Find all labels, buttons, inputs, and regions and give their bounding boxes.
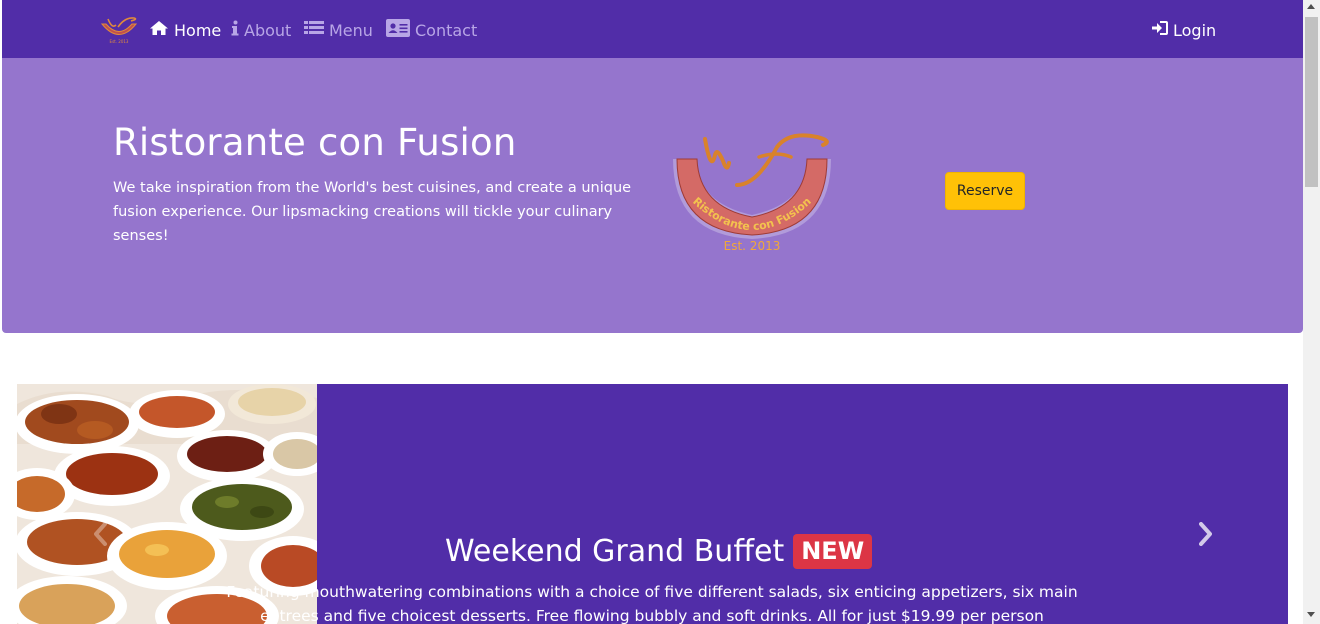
nav-contact[interactable]: Contact bbox=[386, 19, 477, 41]
login-link[interactable]: Login bbox=[1152, 19, 1216, 41]
brand-logo-icon: Est. 2013 bbox=[100, 17, 138, 44]
carousel-caption-title: Weekend Grand Buffet NEW bbox=[445, 534, 873, 569]
new-badge: NEW bbox=[793, 534, 873, 569]
nav-home[interactable]: Home bbox=[149, 19, 221, 41]
home-icon bbox=[149, 20, 169, 40]
restaurant-logo-icon: Ristorante con Fusion Est. 2013 bbox=[673, 133, 831, 253]
scroll-up-arrow-icon[interactable] bbox=[1307, 4, 1315, 9]
info-icon bbox=[231, 20, 239, 40]
chevron-left-icon bbox=[94, 522, 107, 546]
nav-about-label: About bbox=[244, 20, 292, 40]
chevron-right-icon bbox=[1199, 522, 1212, 546]
scrollbar-thumb[interactable] bbox=[1305, 17, 1318, 187]
carousel-title: Weekend Grand Buffet bbox=[445, 534, 785, 569]
reserve-button[interactable]: Reserve bbox=[945, 172, 1025, 210]
nav-menu[interactable]: Menu bbox=[304, 19, 373, 41]
carousel-next-button[interactable] bbox=[1195, 522, 1215, 546]
nav-contact-label: Contact bbox=[415, 20, 478, 40]
logo-est-text: Est. 2013 bbox=[724, 239, 781, 253]
nav-about[interactable]: About bbox=[231, 19, 291, 41]
vertical-scrollbar[interactable] bbox=[1303, 0, 1320, 624]
jumbotron: Ristorante con Fusion We take inspiratio… bbox=[2, 58, 1303, 333]
list-icon bbox=[304, 20, 324, 40]
login-label: Login bbox=[1173, 20, 1217, 40]
page: Est. 2013 Home About Menu Contact Login … bbox=[0, 0, 1303, 624]
carousel-caption-text: Featuring mouthwatering combinations wit… bbox=[226, 583, 1078, 624]
navbar: Est. 2013 Home About Menu Contact Login bbox=[2, 0, 1303, 58]
nav-menu-label: Menu bbox=[329, 20, 373, 40]
scroll-down-arrow-icon[interactable] bbox=[1307, 612, 1315, 617]
carousel: Weekend Grand Buffet NEW Featuring mouth… bbox=[17, 384, 1288, 624]
sign-in-icon bbox=[1152, 20, 1168, 40]
brand-logo[interactable]: Est. 2013 bbox=[98, 13, 140, 45]
hero-text: We take inspiration from the World's bes… bbox=[113, 180, 632, 244]
carousel-prev-button[interactable] bbox=[91, 522, 111, 546]
address-card-icon bbox=[386, 19, 410, 41]
restaurant-logo: Ristorante con Fusion Est. 2013 bbox=[667, 133, 837, 253]
hero-title: Ristorante con Fusion bbox=[113, 121, 517, 164]
svg-text:Est. 2013: Est. 2013 bbox=[110, 39, 129, 44]
nav-home-label: Home bbox=[174, 20, 222, 40]
